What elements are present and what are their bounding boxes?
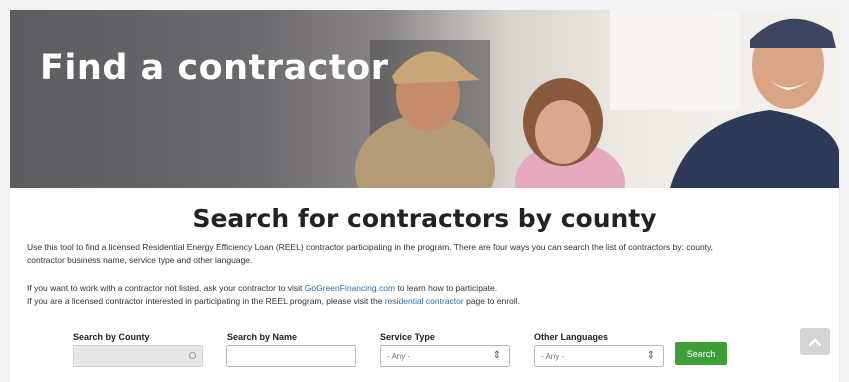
line2-text-end: to learn how to participate. <box>395 283 498 293</box>
county-label: Search by County <box>73 332 150 342</box>
hero-photo <box>355 10 839 188</box>
search-button[interactable]: Search <box>675 342 727 365</box>
name-input[interactable] <box>226 345 356 367</box>
contractor-enroll-text: If you are a licensed contractor interes… <box>27 295 727 308</box>
hero-banner: Find a contractor <box>10 10 839 188</box>
service-type-label: Service Type <box>380 332 435 342</box>
intro-text: Use this tool to find a licensed Residen… <box>27 242 714 265</box>
gogreenfinancing-link[interactable]: GoGreenFinancing.com <box>305 283 395 293</box>
kitchen-cabinet <box>610 10 740 110</box>
name-label: Search by Name <box>227 332 298 342</box>
up-down-chevron-icon: ⇕ <box>492 350 501 361</box>
worker-2-cap <box>750 18 836 48</box>
line3-text-start: If you are a licensed contractor interes… <box>27 296 385 306</box>
hero-title: Find a contractor <box>40 48 389 88</box>
back-to-top-button[interactable] <box>800 328 830 355</box>
chevron-up-icon <box>808 338 822 346</box>
search-section: Search for contractors by county Use thi… <box>10 188 839 382</box>
up-down-chevron-icon: ⇕ <box>646 350 655 361</box>
county-select[interactable] <box>73 345 203 367</box>
language-value: - Any - <box>541 352 565 361</box>
section-heading: Search for contractors by county <box>192 204 657 233</box>
service-type-select[interactable]: - Any - ⇕ <box>380 345 510 367</box>
contractor-not-listed-text: If you want to work with a contractor no… <box>27 282 727 295</box>
residential-contractor-link[interactable]: residential contractor <box>385 296 464 306</box>
service-type-value: - Any - <box>387 352 411 361</box>
woman-face <box>535 100 591 164</box>
language-select[interactable]: - Any - ⇕ <box>534 345 664 367</box>
worker-2-body <box>670 110 839 188</box>
spinner-ring-icon <box>189 352 196 359</box>
line3-text-end: page to enroll. <box>463 296 520 306</box>
line2-text-start: If you want to work with a contractor no… <box>27 283 305 293</box>
language-label: Other Languages <box>534 332 609 342</box>
